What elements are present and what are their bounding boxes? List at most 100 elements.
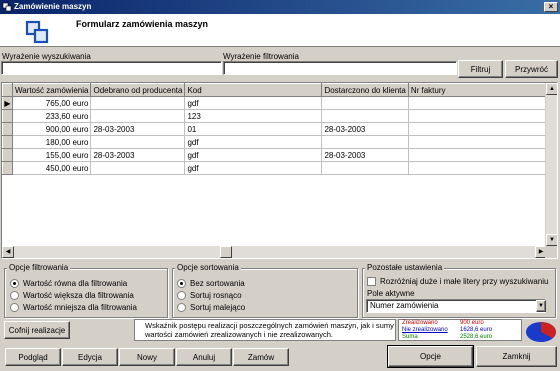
orders-grid[interactable]: Wartość zamówienia Odebrano od producent…	[1, 82, 558, 259]
filter-button[interactable]: Filtruj	[458, 60, 503, 78]
legend-item-done: Zrealizowano 900 euro	[402, 320, 484, 326]
table-cell[interactable]	[321, 135, 409, 149]
table-cell[interactable]	[90, 96, 186, 110]
table-cell[interactable]	[90, 161, 186, 175]
table-cell[interactable]: gdf	[184, 96, 323, 110]
radio-filter-less[interactable]: Wartość mniejsza dla filtrowania	[10, 303, 137, 312]
radio-sort-desc[interactable]: Sortuj malejąco	[177, 303, 245, 312]
scroll-up-icon[interactable]: ▲	[546, 83, 557, 95]
scrollbar-corner	[545, 246, 557, 258]
table-row[interactable]: 450,00 euro gdf	[2, 161, 547, 175]
table-cell[interactable]: 28-03-2003	[321, 122, 409, 136]
column-header[interactable]: Kod	[184, 83, 323, 97]
search-input[interactable]	[1, 61, 222, 75]
radio-dot-icon	[10, 303, 19, 312]
table-row[interactable]: 155,00 euro 28-03-2003 gdf 28-03-2003	[2, 148, 547, 162]
column-header[interactable]: Nr faktury	[407, 83, 547, 97]
cancel-button[interactable]: Anuluj	[176, 348, 232, 366]
window-title: Zamówienie maszyn	[14, 2, 92, 11]
table-cell[interactable]: 233,60 euro	[12, 109, 92, 123]
preview-button[interactable]: Podgląd	[5, 348, 61, 366]
chevron-down-icon[interactable]: ▼	[536, 300, 546, 312]
window-title-bar[interactable]: Zamówienie maszyn	[0, 0, 560, 14]
progress-description: Wskaźnik postępu realizacji poszczególny…	[145, 321, 394, 339]
table-cell[interactable]	[408, 122, 547, 136]
scroll-left-icon[interactable]: ◀	[2, 246, 14, 258]
row-indicator	[2, 161, 13, 175]
table-row[interactable]: 233,60 euro 123	[2, 109, 547, 123]
column-header[interactable]: Wartość zamówienia	[11, 83, 92, 97]
radio-no-sort[interactable]: Bez sortowania	[177, 279, 245, 288]
order-button[interactable]: Zamów	[233, 348, 289, 366]
table-cell[interactable]: gdf	[184, 148, 323, 162]
table-row[interactable]: 180,00 euro gdf	[2, 135, 547, 149]
options-button[interactable]: Opcje	[387, 345, 474, 368]
logo-icon	[25, 20, 49, 44]
vertical-scrollbar[interactable]: ▲ ▼	[545, 83, 557, 246]
case-sensitive-checkbox[interactable]: Rozróżniaj duże i małe litery przy wyszu…	[367, 277, 549, 286]
table-cell[interactable]	[90, 109, 186, 123]
column-header[interactable]: Dostarczono do klienta	[321, 83, 409, 97]
table-cell[interactable]	[90, 135, 186, 149]
horizontal-scrollbar[interactable]: ◀ ▶	[2, 246, 547, 258]
current-row-indicator-icon: ▶	[2, 96, 13, 110]
close-button[interactable]: Zamknij	[476, 346, 557, 367]
active-field-label: Pole aktywne	[367, 289, 415, 298]
column-header[interactable]: Odebrano od producenta	[90, 83, 186, 97]
progress-pie-chart	[526, 322, 556, 342]
orders-table: Wartość zamówienia Odebrano od producent…	[2, 83, 547, 175]
radio-dot-icon	[177, 279, 186, 288]
radio-sort-asc[interactable]: Sortuj rosnąco	[177, 291, 242, 300]
table-cell[interactable]	[408, 135, 547, 149]
filter-input[interactable]	[223, 61, 457, 75]
table-cell[interactable]: 155,00 euro	[12, 148, 92, 162]
table-cell[interactable]: 28-03-2003	[90, 148, 186, 162]
sort-options-title: Opcje sortowania	[175, 263, 241, 272]
table-cell[interactable]	[408, 161, 547, 175]
table-cell[interactable]	[408, 148, 547, 162]
row-indicator	[2, 148, 13, 162]
radio-dot-icon	[10, 291, 19, 300]
new-button[interactable]: Nowy	[119, 348, 175, 366]
legend-item-sum: Suma 2528,6 euro	[402, 334, 493, 340]
table-cell[interactable]	[408, 96, 547, 110]
radio-dot-icon	[177, 291, 186, 300]
table-cell[interactable]: 180,00 euro	[12, 135, 92, 149]
radio-filter-greater[interactable]: Wartość większa dla filtrowania	[10, 291, 134, 300]
legend-rows: Zrealizowano 900 euro Nie zrealizowano 1…	[402, 320, 522, 341]
legend-item-not-done: Nie zrealizowano 1628,6 euro	[402, 327, 493, 333]
scroll-thumb[interactable]	[220, 246, 232, 258]
table-cell[interactable]: gdf	[184, 161, 323, 175]
app-icon	[2, 2, 12, 12]
scroll-down-icon[interactable]: ▼	[546, 234, 557, 246]
radio-dot-icon	[10, 279, 19, 288]
table-cell[interactable]: 123	[184, 109, 323, 123]
restore-button[interactable]: Przywróć	[505, 60, 558, 78]
table-cell[interactable]: 765,00 euro	[12, 96, 92, 110]
radio-filter-equal[interactable]: Wartość równa dla filtrowania	[10, 279, 127, 288]
table-cell[interactable]: 28-03-2003	[90, 122, 186, 136]
table-cell[interactable]: 450,00 euro	[12, 161, 92, 175]
table-row[interactable]: 900,00 euro 28-03-2003 01 28-03-2003	[2, 122, 547, 136]
row-indicator-header	[2, 83, 13, 97]
form-title: Formularz zamówienia maszyn	[76, 19, 209, 29]
checkbox-box	[367, 277, 376, 286]
row-indicator	[2, 122, 13, 136]
table-cell[interactable]: 28-03-2003	[321, 148, 409, 162]
table-cell[interactable]	[321, 96, 409, 110]
table-cell[interactable]: gdf	[184, 135, 323, 149]
close-icon[interactable]: ×	[544, 2, 558, 12]
edit-button[interactable]: Edycja	[62, 348, 118, 366]
other-settings-title: Pozostałe ustawienia	[365, 263, 445, 272]
table-cell[interactable]	[408, 109, 547, 123]
active-field-select[interactable]: Numer zamówienia	[366, 299, 546, 313]
filter-label: Wyrażenie filtrowania	[223, 52, 299, 61]
table-cell[interactable]: 01	[184, 122, 323, 136]
table-row[interactable]: ▶ 765,00 euro gdf	[2, 96, 547, 110]
search-label: Wyrażenie wyszukiwania	[2, 52, 91, 61]
table-cell[interactable]: 900,00 euro	[12, 122, 92, 136]
table-cell[interactable]	[321, 109, 409, 123]
undo-realization-button[interactable]: Cofnij realizacje	[4, 321, 70, 339]
radio-dot-icon	[177, 303, 186, 312]
table-cell[interactable]	[321, 161, 409, 175]
